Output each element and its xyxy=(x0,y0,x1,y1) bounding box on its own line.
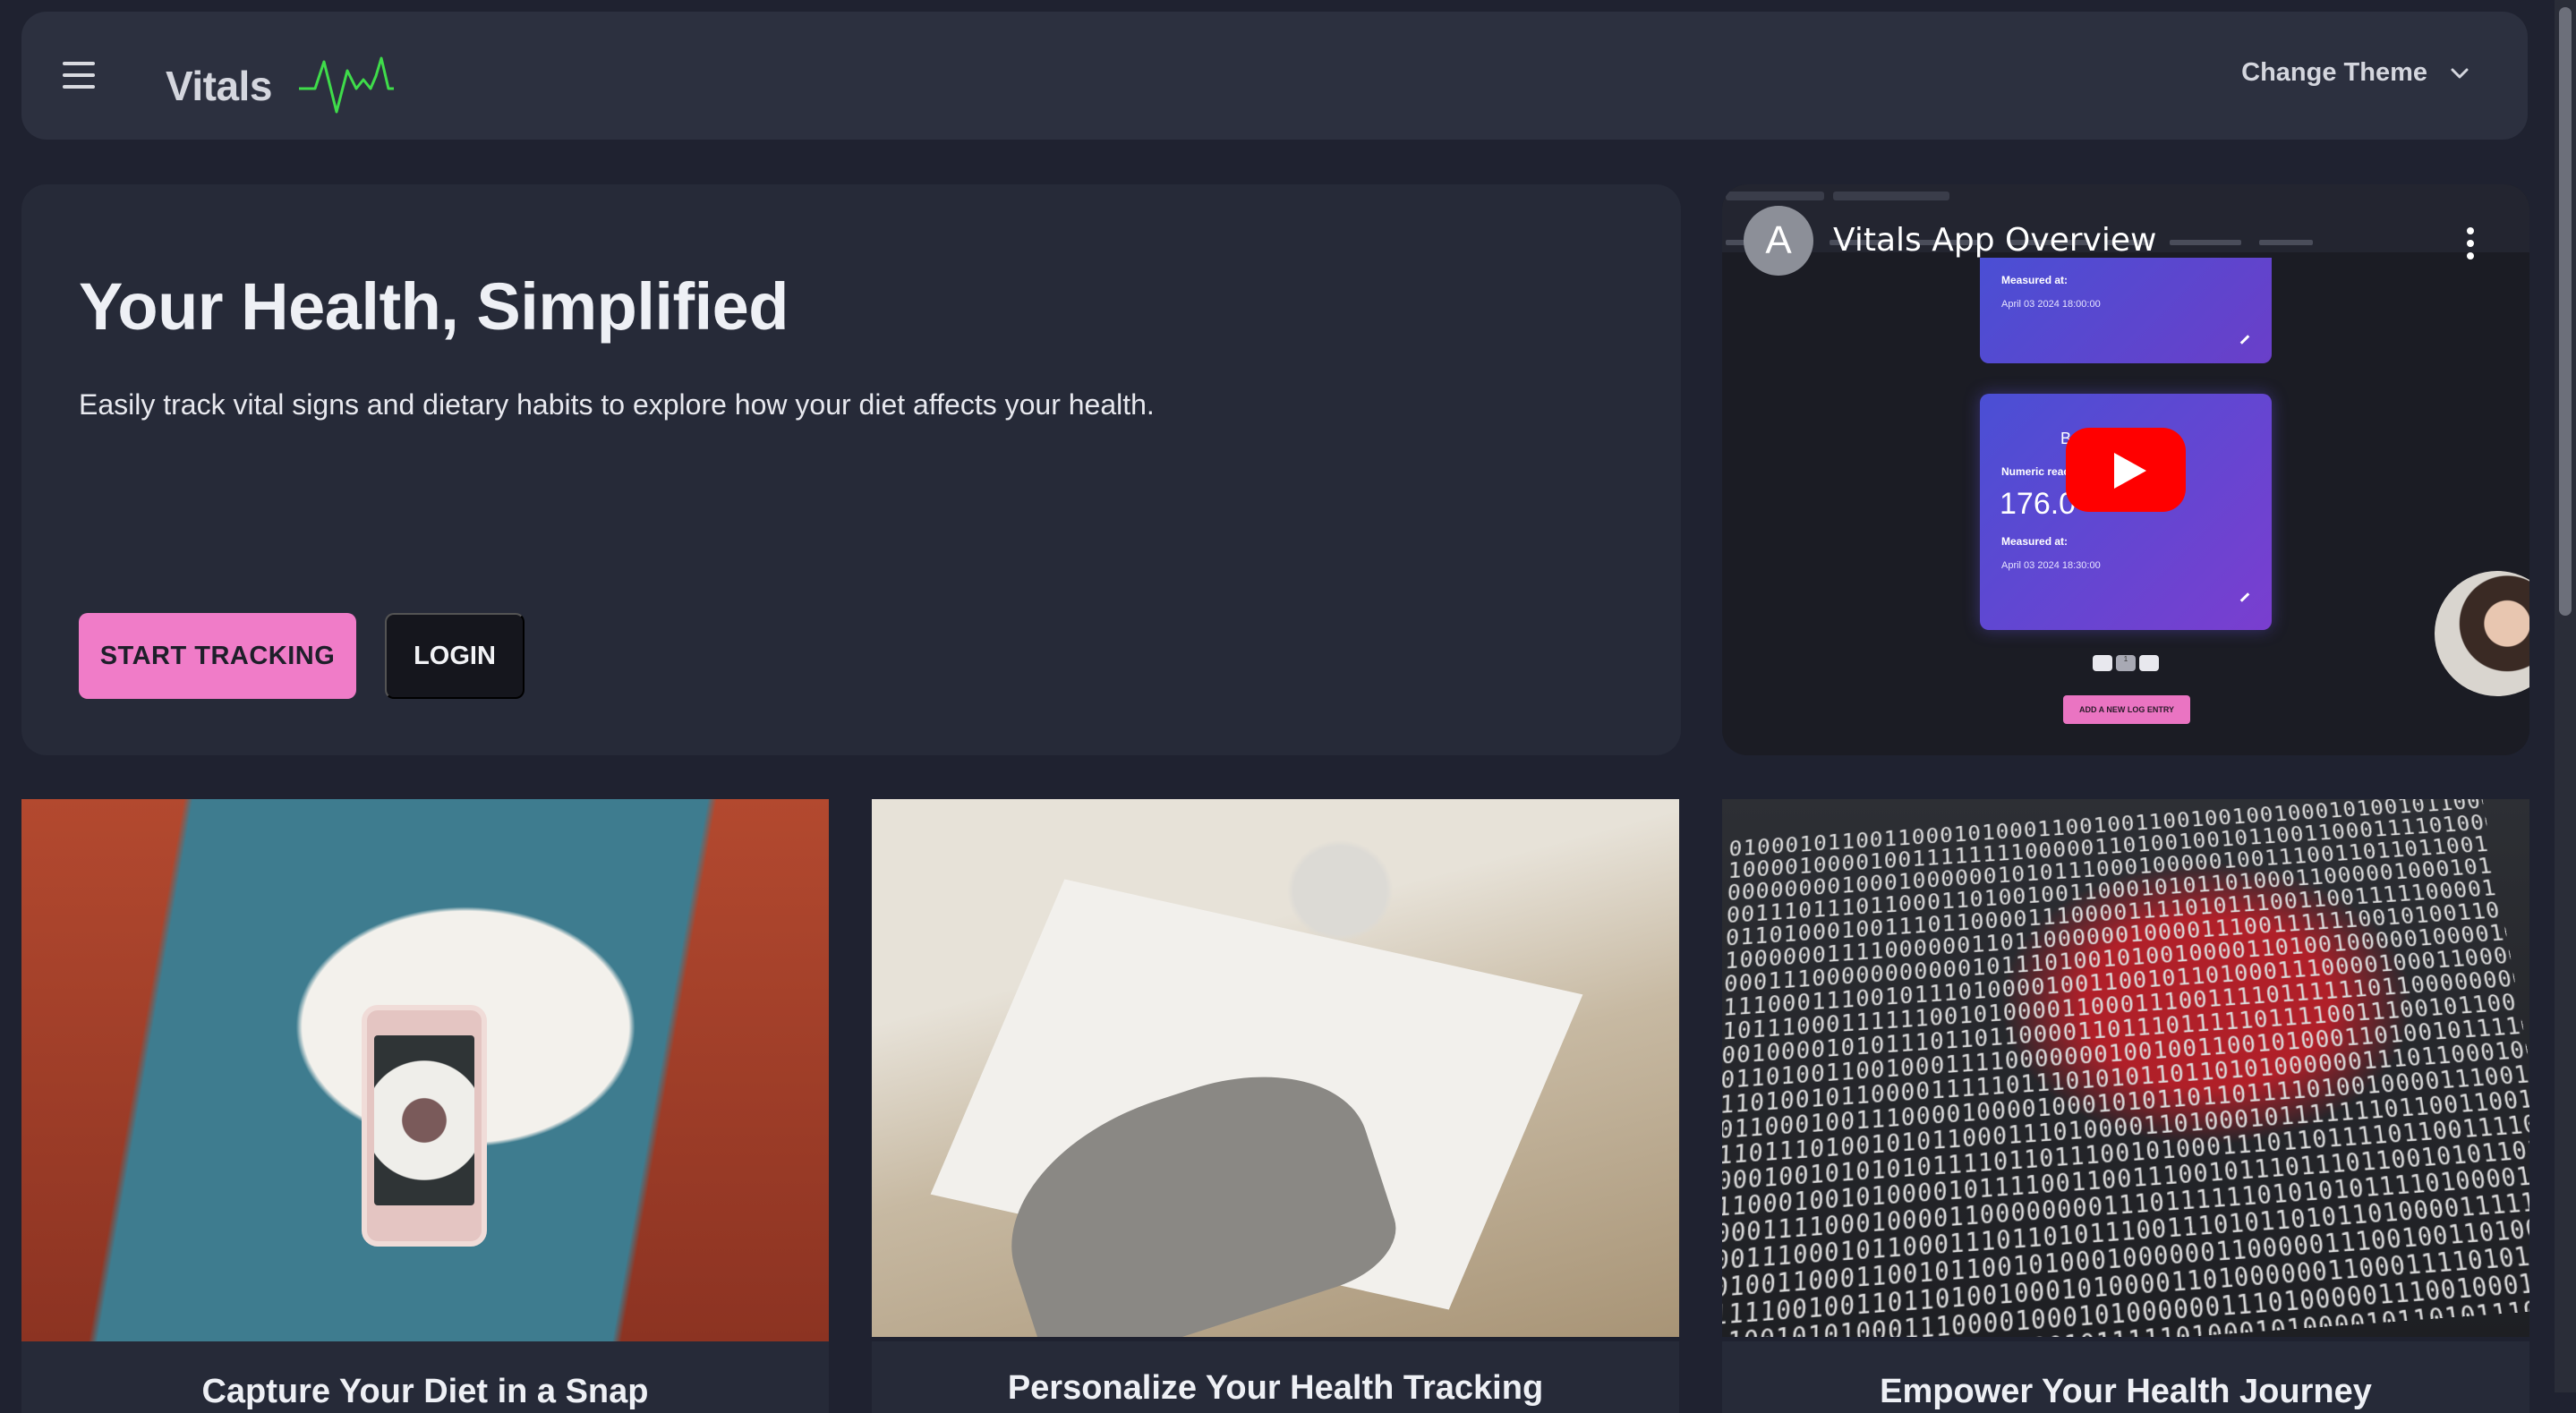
chevron-down-icon xyxy=(2451,68,2469,78)
page-scrollbar[interactable] xyxy=(2555,0,2576,1392)
feature-title-personalize: Personalize Your Health Tracking xyxy=(1007,1369,1544,1407)
change-theme-dropdown[interactable]: Change Theme xyxy=(2241,58,2469,88)
phone-photo xyxy=(362,1005,487,1247)
embedded-log-card: Measured at: April 03 2024 18:00:00 xyxy=(1980,258,2272,363)
edit-icon xyxy=(2239,335,2250,345)
heartbeat-pulse-icon xyxy=(299,56,394,114)
hero-subtitle: Easily track vital signs and dietary hab… xyxy=(79,388,1155,421)
embedded-reading-value: 176.0 xyxy=(2000,487,2077,521)
start-tracking-button[interactable]: START TRACKING xyxy=(79,613,356,699)
embedded-timestamp: April 03 2024 18:00:00 xyxy=(2001,299,2101,310)
scrollbar-thumb[interactable] xyxy=(2559,7,2572,616)
embedded-add-log-button: ADD A NEW LOG ENTRY xyxy=(2063,695,2190,724)
top-navbar: Vitals Change Theme xyxy=(21,12,2528,140)
embedded-numeric-label: Numeric reac xyxy=(2001,465,2070,478)
feature-image-notes xyxy=(872,799,1679,1337)
embedded-measured-label: Measured at: xyxy=(2001,535,2068,548)
embedded-measured-label: Measured at: xyxy=(2001,274,2068,286)
feature-image-binary: 0100010110011000101000110010011001001001… xyxy=(1722,799,2529,1337)
feature-image-diet xyxy=(21,799,829,1341)
presenter-webcam-bubble xyxy=(2435,571,2529,696)
video-title[interactable]: Vitals App Overview xyxy=(1833,222,2156,259)
edit-icon xyxy=(2239,592,2250,602)
change-theme-label: Change Theme xyxy=(2241,58,2427,87)
channel-avatar[interactable]: A xyxy=(1744,206,1813,276)
hero-title: Your Health, Simplified xyxy=(79,269,789,344)
more-vertical-icon[interactable] xyxy=(2467,227,2476,260)
embedded-pager-current: 1 xyxy=(2116,655,2136,671)
hamburger-menu-icon[interactable] xyxy=(63,62,95,89)
login-button[interactable]: LOGIN xyxy=(385,613,525,699)
youtube-play-icon[interactable] xyxy=(2066,428,2186,512)
embedded-timestamp: April 03 2024 18:30:00 xyxy=(2001,560,2101,571)
embedded-pager: 1 xyxy=(2093,655,2159,671)
hero-section: Your Health, Simplified Easily track vit… xyxy=(21,184,1681,755)
video-embed[interactable]: Measured at: April 03 2024 18:00:00 B e … xyxy=(1722,184,2529,755)
brand-name[interactable]: Vitals xyxy=(166,62,272,110)
